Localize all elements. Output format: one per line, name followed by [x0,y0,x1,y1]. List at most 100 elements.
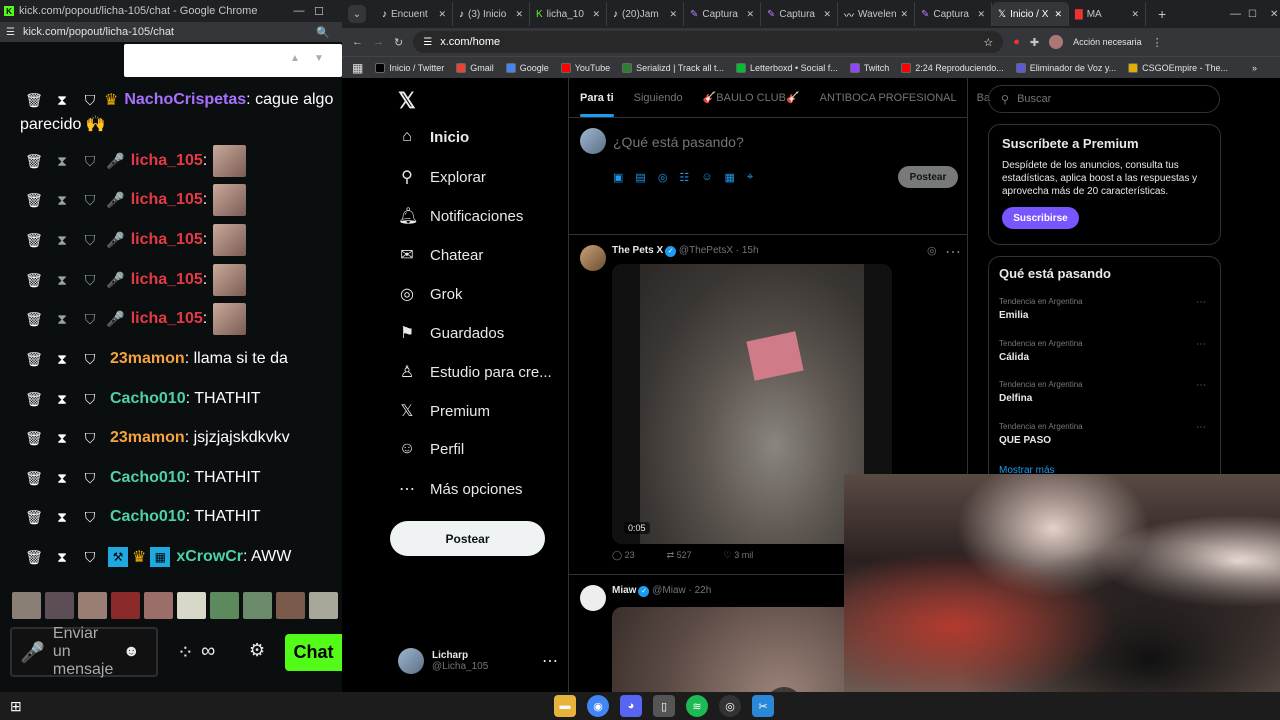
more-icon[interactable]: ⋯ [1196,297,1206,308]
like-button[interactable]: ♡ 3 mil [724,550,754,561]
nav-item[interactable]: ◎ Grok [398,284,463,304]
feed-tab[interactable]: 🎸BAULO CLUB🎸 [703,91,800,104]
tab-x[interactable]: 𝕏 Inicio / X ✕ [992,2,1069,26]
shield-icon[interactable]: ⛉ [76,470,104,487]
trash-icon[interactable]: 🗑 [20,92,48,109]
windows-start-icon[interactable]: ⊞ [10,698,22,715]
trend-item[interactable]: Tendencia en Argentina Delfina [999,380,1083,404]
find-bar[interactable]: ▲ ▼ [124,44,342,77]
more-icon[interactable]: ⋯ [1196,380,1206,391]
tab-search-icon[interactable]: ⌄ [348,5,366,23]
shield-icon[interactable]: ⛉ [76,92,104,109]
trash-icon[interactable]: 🗑 [20,391,48,408]
timeout-icon[interactable]: ⧗ [48,549,76,566]
tab-wave[interactable]: 〰 Wavelen ✕ [838,2,915,26]
mic-icon[interactable]: 🎤 [20,640,45,665]
tab-close-icon[interactable]: ✕ [669,9,677,20]
timeout-icon[interactable]: ⧗ [48,351,76,368]
chrome-icon[interactable]: ◉ [587,695,609,717]
obs-icon[interactable]: ◎ [719,695,741,717]
tab-close-icon[interactable]: ✕ [1131,9,1139,20]
timeout-icon[interactable]: ⧗ [48,153,76,170]
trash-icon[interactable]: 🗑 [20,311,48,328]
post-handle[interactable]: @Miaw [652,585,686,596]
feed-tab[interactable]: Para ti [580,92,614,117]
kick-url-bar[interactable]: ☰ kick.com/popout/licha-105/chat 🔍 [0,22,342,42]
nav-item[interactable]: 𝕏 Premium [398,401,490,421]
trash-icon[interactable]: 🗑 [20,430,48,447]
timeout-icon[interactable]: ⧗ [48,470,76,487]
snipping-tool-icon[interactable]: ✂ [752,695,774,717]
grok-icon[interactable]: ◎ [927,244,937,257]
emote-thumbnail[interactable] [210,592,239,619]
trash-icon[interactable]: 🗑 [20,549,48,566]
infinity-icon[interactable]: ∞ [201,640,215,663]
shield-icon[interactable]: ⛉ [76,351,104,368]
chat-username[interactable]: licha_105 [131,271,203,289]
trash-icon[interactable]: 🗑 [20,470,48,487]
apps-icon[interactable]: ▦ [352,61,363,75]
emote-thumbnail[interactable] [309,592,338,619]
nav-item[interactable]: ✉ Chatear [398,245,483,265]
bookmark-item[interactable]: Eliminador de Voz y... [1015,62,1116,73]
more-icon[interactable]: ⋯ [542,651,558,671]
emote-thumbnail[interactable] [177,592,206,619]
trash-icon[interactable]: 🗑 [20,153,48,170]
nav-item[interactable]: ☺ Perfil [398,440,464,458]
gear-icon[interactable]: ⚙ [249,640,265,661]
chat-username[interactable]: licha_105 [131,191,203,209]
tab-ma[interactable]: ▇ MA ✕ [1069,2,1146,26]
timeout-icon[interactable]: ⧗ [48,430,76,447]
bookmark-item[interactable]: Gmail [456,62,494,73]
emoji-icon[interactable]: ☻ [123,643,140,661]
shield-icon[interactable]: ⛉ [76,232,104,249]
tab-tiktok[interactable]: ♪ (3) Inicio ✕ [453,2,530,26]
find-prev-icon[interactable]: ▲ [290,53,300,64]
subscribe-button[interactable]: Suscribirse [1002,207,1079,229]
bookmark-item[interactable]: Inicio / Twitter [375,62,444,73]
tab-capture[interactable]: ✎ Captura ✕ [684,2,761,26]
shield-icon[interactable]: ⛉ [76,272,104,289]
tab-capture[interactable]: ✎ Captura ✕ [915,2,992,26]
find-next-icon[interactable]: ▼ [314,53,324,64]
chat-input[interactable]: 🎤 Enviar un mensaje ☻ [10,625,158,678]
tab-kick[interactable]: Klicha_10 ✕ [530,2,607,26]
tab-close-icon[interactable]: ✕ [746,9,754,20]
chat-username[interactable]: xCrowCr [176,548,243,566]
account-action-button[interactable]: Acción necesaria [1073,37,1142,47]
menu-kebab-icon[interactable]: ⋮ [1152,36,1163,49]
tab-close-icon[interactable]: ✕ [592,9,600,20]
timeout-icon[interactable]: ⧗ [48,192,76,209]
image-icon[interactable]: ▣ [613,171,623,184]
spotify-icon[interactable]: ≋ [686,695,708,717]
emote-thumbnail[interactable] [243,592,272,619]
emote-thumbnail[interactable] [111,592,140,619]
nav-item[interactable]: ⌂ Inicio [398,128,469,146]
shield-icon[interactable]: ⛉ [76,391,104,408]
nav-item[interactable]: ⚑ Guardados [398,323,504,343]
chat-username[interactable]: Cacho010 [110,508,186,526]
chat-username[interactable]: 23mamon [110,350,185,368]
poll-icon[interactable]: ☷ [679,171,689,184]
shield-icon[interactable]: ⛉ [76,192,104,209]
post-button[interactable]: Postear [390,521,545,556]
timeout-icon[interactable]: ⧗ [48,272,76,289]
bookmark-item[interactable]: CSGOEmpire - The... [1128,62,1228,73]
star-icon[interactable]: ☆ [983,36,993,49]
repost-button[interactable]: ⇄ 527 [667,550,692,561]
x-logo-icon[interactable]: 𝕏 [398,88,416,114]
chat-username[interactable]: NachoCrispetas [124,91,246,109]
chat-send-button[interactable]: Chat [285,634,342,671]
shield-icon[interactable]: ⛉ [76,430,104,447]
emote-thumbnail[interactable] [45,592,74,619]
more-icon[interactable]: ⋯ [1196,422,1206,433]
nav-item[interactable]: ⋯ Más opciones [398,479,523,499]
minimize-icon[interactable]: — [1230,8,1241,20]
tab-tiktok[interactable]: ♪ Encuent ✕ [376,2,453,26]
trend-item[interactable]: Tendencia en Argentina QUE PASO [999,422,1083,446]
trash-icon[interactable]: 🗑 [20,232,48,249]
bookmark-item[interactable]: Twitch [849,62,889,73]
post-author[interactable]: Miaw [612,585,636,596]
trash-icon[interactable]: 🗑 [20,509,48,526]
tab-close-icon[interactable]: ✕ [1054,9,1062,20]
